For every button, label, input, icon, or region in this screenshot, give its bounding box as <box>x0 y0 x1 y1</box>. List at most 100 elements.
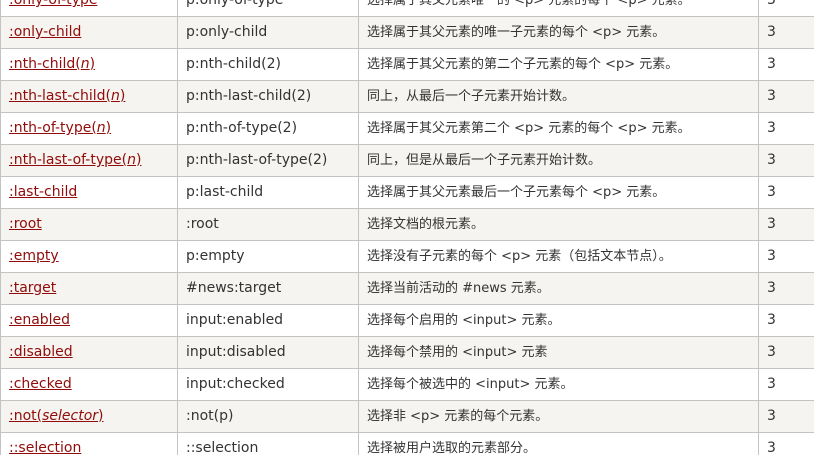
css-version-cell: 3 <box>758 0 814 17</box>
selector-cell: :empty <box>0 240 178 273</box>
example-cell: p:last-child <box>177 176 359 209</box>
selector-link[interactable]: :nth-last-of-type(n) <box>9 152 141 168</box>
table-row: :disabled input:disabled 选择每个禁用的 <input> 元… <box>0 336 814 369</box>
selector-link[interactable]: :empty <box>9 248 59 264</box>
example-cell: p:nth-of-type(2) <box>177 112 359 145</box>
selector-link[interactable]: :only-child <box>9 24 81 40</box>
description-cell: 选择没有子元素的每个 <p> 元素（包括文本节点）。 <box>358 240 759 273</box>
selector-link[interactable]: :checked <box>9 376 72 392</box>
table-row: :target #news:target 选择当前活动的 #news 元素。 3 <box>0 272 814 305</box>
selector-name: :checked <box>9 376 72 392</box>
example-cell: p:only-child <box>177 16 359 49</box>
description-cell: 选择属于其父元素的唯一子元素的每个 <p> 元素。 <box>358 16 759 49</box>
selector-link[interactable]: ::selection <box>9 440 81 455</box>
description-cell: 选择被用户选取的元素部分。 <box>358 432 759 455</box>
description-cell: 选择文档的根元素。 <box>358 208 759 241</box>
css-version-cell: 3 <box>758 16 814 49</box>
description-cell: 选择属于其父元素最后一个子元素每个 <p> 元素。 <box>358 176 759 209</box>
css-selector-table: :only-of-type p:only-of-type 选择属于其父元素唯一的 <… <box>0 0 814 455</box>
selector-name: :nth-of-type( <box>9 120 97 136</box>
selector-name: :enabled <box>9 312 71 328</box>
example-cell: p:only-of-type <box>177 0 359 17</box>
selector-link[interactable]: :nth-of-type(n) <box>9 120 111 136</box>
selector-link[interactable]: :only-of-type <box>9 0 97 8</box>
table-row: ::selection::selection 选择被用户选取的元素部分。 3 <box>0 432 814 455</box>
example-cell: input:enabled <box>177 304 359 337</box>
example-cell: p:nth-child(2) <box>177 48 359 81</box>
table-row: :nth-last-of-type(n) p:nth-last-of-type(2… <box>0 144 814 177</box>
selector-name: ::selection <box>9 440 82 455</box>
selector-link[interactable]: :enabled <box>9 312 70 328</box>
selector-link[interactable]: :not(selector) <box>9 408 104 424</box>
selector-link[interactable]: :last-child <box>9 184 77 200</box>
description-cell: 同上，从最后一个子元素开始计数。 <box>358 80 759 113</box>
selector-argument: n <box>127 152 136 168</box>
selector-link[interactable]: :root <box>9 216 42 232</box>
selector-cell: :only-child <box>0 16 178 49</box>
table-row: :root:root 选择文档的根元素。 3 <box>0 208 814 241</box>
selector-cell: :enabled <box>0 304 178 337</box>
selector-argument: n <box>80 56 90 72</box>
table-row: :enabled input:enabled 选择每个启用的 <input> 元素。… <box>0 304 814 337</box>
example-cell: p:nth-last-child(2) <box>177 80 359 113</box>
css-version-cell: 3 <box>758 48 814 81</box>
selector-cell: :nth-of-type(n) <box>0 112 178 145</box>
table-row: :empty p:empty 选择没有子元素的每个 <p> 元素（包括文本节点）。 3 <box>0 240 814 273</box>
selector-name: :target <box>9 280 57 296</box>
example-cell: :not(p) <box>177 400 359 433</box>
css-version-cell: 3 <box>758 336 814 369</box>
css-version-cell: 3 <box>758 176 814 209</box>
selector-cell: :last-child <box>0 176 178 209</box>
description-cell: 选择当前活动的 #news 元素。 <box>358 272 759 305</box>
table-row: :nth-child(n) p:nth-child(2) 选择属于其父元素的第二个子… <box>0 48 814 81</box>
css-version-cell: 3 <box>758 144 814 177</box>
selector-link[interactable]: :nth-child(n) <box>9 56 95 72</box>
selector-argument: n <box>111 88 120 104</box>
description-cell: 选择每个启用的 <input> 元素。 <box>358 304 759 337</box>
selector-close-paren: ) <box>89 56 96 72</box>
selector-link[interactable]: :nth-last-child(n) <box>9 88 125 104</box>
selector-reference-viewport: :only-of-type p:only-of-type 选择属于其父元素唯一的 <… <box>0 0 814 455</box>
selector-argument: selector <box>42 408 99 424</box>
css-selector-table-body: :only-of-type p:only-of-type 选择属于其父元素唯一的 <… <box>0 0 814 455</box>
selector-cell: :checked <box>0 368 178 401</box>
css-version-cell: 3 <box>758 112 814 145</box>
description-cell: 选择属于其父元素唯一的 <p> 元素的每个 <p> 元素。 <box>358 0 759 17</box>
selector-link[interactable]: :target <box>9 280 56 296</box>
css-version-cell: 3 <box>758 240 814 273</box>
selector-name: :disabled <box>9 344 73 360</box>
description-cell: 选择每个被选中的 <input> 元素。 <box>358 368 759 401</box>
selector-close-paren: ) <box>119 88 126 104</box>
selector-name: :nth-last-child( <box>9 88 112 104</box>
selector-close-paren: ) <box>105 120 112 136</box>
table-row: :last-child p:last-child 选择属于其父元素最后一个子元素每个… <box>0 176 814 209</box>
selector-cell: :nth-child(n) <box>0 48 178 81</box>
selector-cell: :disabled <box>0 336 178 369</box>
selector-link[interactable]: :disabled <box>9 344 73 360</box>
selector-cell: :root <box>0 208 178 241</box>
description-cell: 选择属于其父元素的第二个子元素的每个 <p> 元素。 <box>358 48 759 81</box>
description-cell: 选择属于其父元素第二个 <p> 元素的每个 <p> 元素。 <box>358 112 759 145</box>
example-cell: #news:target <box>177 272 359 305</box>
css-version-cell: 3 <box>758 368 814 401</box>
example-cell: p:nth-last-of-type(2) <box>177 144 359 177</box>
example-cell: p:empty <box>177 240 359 273</box>
selector-name: :root <box>9 216 42 232</box>
table-row: :nth-of-type(n) p:nth-of-type(2) 选择属于其父元素第… <box>0 112 814 145</box>
selector-cell: :nth-last-of-type(n) <box>0 144 178 177</box>
selector-name: :nth-last-of-type( <box>9 152 128 168</box>
selector-close-paren: ) <box>98 408 104 424</box>
description-cell: 同上，但是从最后一个子元素开始计数。 <box>358 144 759 177</box>
css-version-cell: 3 <box>758 208 814 241</box>
table-row: :nth-last-child(n) p:nth-last-child(2) 同上，… <box>0 80 814 113</box>
example-cell: ::selection <box>177 432 359 455</box>
css-version-cell: 3 <box>758 272 814 305</box>
selector-cell: ::selection <box>0 432 178 455</box>
selector-name: :not( <box>9 408 43 424</box>
selector-cell: :only-of-type <box>0 0 178 17</box>
selector-name: :last-child <box>9 184 78 200</box>
example-cell: :root <box>177 208 359 241</box>
selector-cell: :not(selector) <box>0 400 178 433</box>
table-row: :only-child p:only-child 选择属于其父元素的唯一子元素的每个… <box>0 16 814 49</box>
table-row: :not(selector):not(p) 选择非 <p> 元素的每个元素。 3 <box>0 400 814 433</box>
